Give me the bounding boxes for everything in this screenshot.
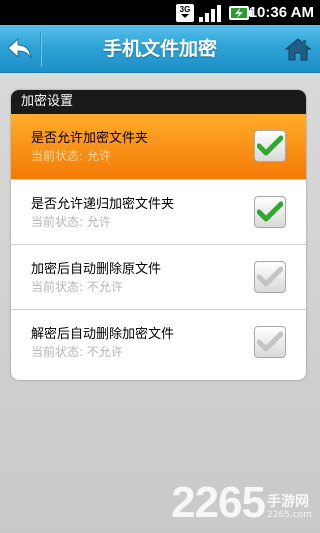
setting-title: 加密后自动删除原文件 — [31, 262, 162, 277]
checkbox-checked[interactable] — [254, 196, 286, 228]
checkbox-disabled[interactable] — [254, 261, 286, 293]
setting-row-delete-original-after-encrypt[interactable]: 加密后自动删除原文件 当前状态: 不允许 — [11, 244, 306, 309]
home-icon — [285, 38, 311, 61]
home-button[interactable] — [282, 33, 314, 65]
status-time: 10:36 AM — [248, 4, 314, 21]
network-badge: 3G — [180, 5, 191, 14]
status-bar: 3G 10:36 AM — [0, 0, 320, 25]
green-check-icon — [257, 135, 283, 156]
setting-title: 解密后自动删除加密文件 — [31, 327, 175, 342]
setting-row-delete-encrypted-after-decrypt[interactable]: 解密后自动删除加密文件 当前状态: 不允许 — [11, 309, 306, 374]
signal-strength-icon — [199, 5, 221, 22]
watermark-number: 2265 — [171, 478, 266, 527]
gray-check-icon — [257, 266, 283, 287]
setting-status: 当前状态: 不允许 — [31, 280, 123, 294]
setting-status: 当前状态: 允许 — [31, 215, 111, 229]
encryption-settings-card: 加密设置 是否允许加密文件夹 当前状态: 允许 是否允许递归加密文件夹 当前状态… — [11, 90, 306, 380]
setting-row-allow-encrypt-folder[interactable]: 是否允许加密文件夹 当前状态: 允许 — [11, 114, 306, 179]
checkbox-checked[interactable] — [254, 130, 286, 162]
page-title: 手机文件加密 — [102, 38, 217, 60]
setting-title: 是否允许递归加密文件夹 — [31, 197, 175, 212]
watermark-logo: 2265 手游网 2265.com — [171, 481, 312, 525]
watermark-site-name: 手游网 — [267, 494, 309, 510]
title-bar: 手机文件加密 — [0, 25, 320, 73]
title-divider — [40, 31, 42, 67]
3g-network-icon: 3G — [176, 4, 194, 22]
setting-status: 当前状态: 不允许 — [31, 345, 123, 359]
setting-title: 是否允许加密文件夹 — [31, 131, 149, 146]
green-check-icon — [257, 201, 283, 222]
gray-check-icon — [257, 331, 283, 352]
back-button[interactable] — [0, 25, 40, 73]
setting-status: 当前状态: 允许 — [31, 149, 111, 163]
watermark-text: 手游网 2265.com — [267, 494, 312, 521]
section-header: 加密设置 — [11, 90, 306, 114]
back-arrow-icon — [7, 38, 32, 59]
setting-row-allow-recursive-encrypt[interactable]: 是否允许递归加密文件夹 当前状态: 允许 — [11, 179, 306, 244]
watermark-url: 2265.com — [267, 510, 312, 520]
checkbox-disabled[interactable] — [254, 326, 286, 358]
